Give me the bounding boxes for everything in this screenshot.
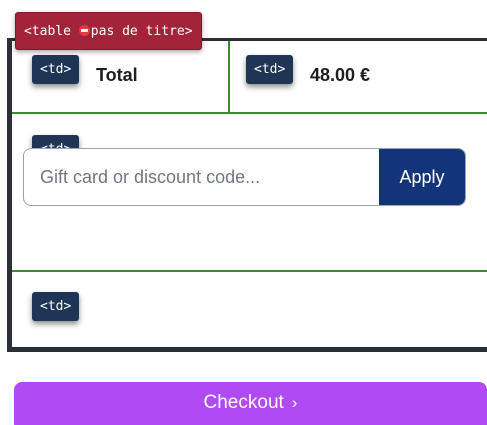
table-tag-suffix: pas de titre> <box>90 24 193 39</box>
apply-button[interactable]: Apply <box>379 149 465 205</box>
table-tag-prefix: <table <box>24 24 79 39</box>
td-badge: <td> <box>32 292 80 321</box>
discount-code-input[interactable] <box>24 149 379 205</box>
no-entry-icon <box>78 25 90 36</box>
table-row-empty: <td> <box>12 272 487 350</box>
total-value: 48.00 € <box>310 65 371 85</box>
page: <td> Total <td> 48.00 € <td> <td> Apply … <box>0 0 487 425</box>
discount-code-group: Apply <box>23 148 466 206</box>
checkout-label: Checkout <box>203 392 284 413</box>
total-label: Total <box>96 65 138 85</box>
td-badge: <td> <box>246 55 294 84</box>
table-row-total: <td> Total <td> 48.00 € <box>12 41 487 114</box>
checkout-button[interactable]: Checkout › <box>14 382 487 425</box>
column-divider <box>228 41 230 114</box>
table-caption-tag: <table pas de titre> <box>15 12 202 50</box>
td-badge: <td> <box>32 55 80 84</box>
chevron-right-icon: › <box>291 393 298 412</box>
